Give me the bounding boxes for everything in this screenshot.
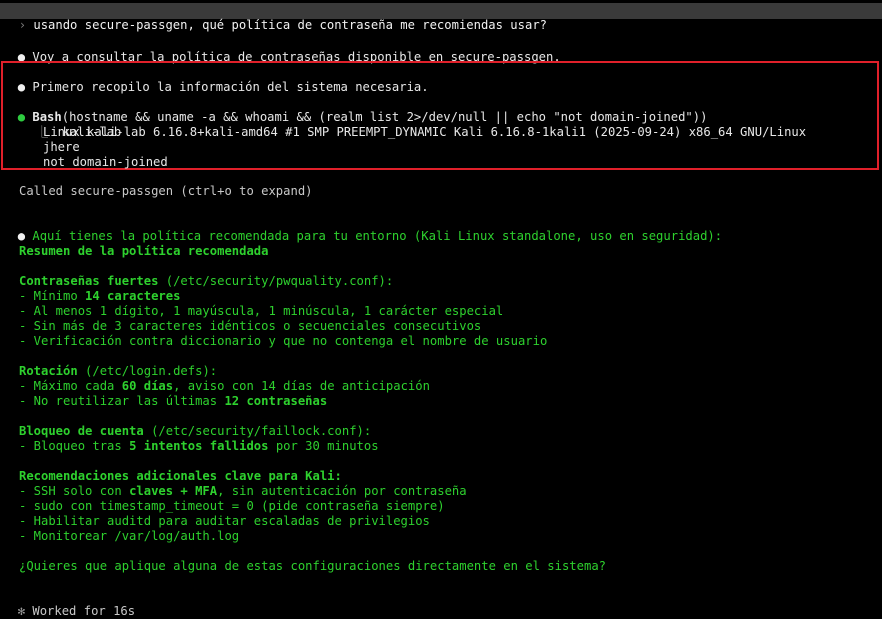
list-item-text: por 30 minutos: [268, 439, 379, 453]
response-intro: ● Aquí tienes la política recomendada pa…: [3, 214, 722, 243]
list-item-text: - No reutilizar las últimas: [19, 394, 225, 408]
list-item: - Verificación contra diccionario y que …: [19, 334, 548, 348]
tool-command: (hostname && uname -a && whoami && (real…: [61, 110, 708, 124]
message-bullet-icon: ●: [17, 80, 26, 94]
list-item-text: , sin autenticación por contraseña: [217, 484, 467, 498]
sparkle-icon: ✻: [17, 604, 26, 618]
list-item: - Habilitar auditd para auditar escalada…: [19, 514, 430, 528]
list-item-bold: claves + MFA: [129, 484, 218, 498]
response-intro-text: Aquí tienes la política recomendada para…: [32, 229, 723, 243]
section-title-additional: Recomendaciones adicionales clave para K…: [19, 469, 342, 483]
section-path: (/etc/security/pwquality.conf):: [158, 274, 394, 288]
list-item: - Monitorear /var/log/auth.log: [19, 529, 240, 543]
list-item-text: - SSH solo con: [19, 484, 130, 498]
user-prompt: › usando secure-passgen, qué política de…: [4, 3, 547, 32]
assistant-message-1: ● Voy a consultar la política de contras…: [3, 35, 561, 64]
worked-duration: Worked for 16s: [32, 604, 136, 618]
bash-output-line: not domain-joined: [43, 155, 168, 169]
status-footer: ✻ Worked for 16s: [3, 589, 135, 618]
list-item-text: - Bloqueo tras: [19, 439, 130, 453]
section-path: (/etc/security/faillock.conf):: [143, 424, 372, 438]
message-bullet-icon: ●: [17, 229, 26, 243]
list-item: - Máximo cada 60 días, aviso con 14 días…: [19, 379, 430, 394]
list-item: - Mínimo 14 caracteres: [19, 289, 180, 304]
list-item: - Bloqueo tras 5 intentos fallidos por 3…: [19, 439, 379, 454]
message-text: Primero recopilo la información del sist…: [32, 80, 429, 94]
bash-output-line: Linux kali-lab 6.16.8+kali-amd64 #1 SMP …: [43, 125, 807, 139]
section-title-rotation: Rotación (/etc/login.defs):: [19, 364, 217, 379]
section-title: Contraseñas fuertes: [19, 274, 159, 288]
bash-output-line: jhere: [43, 140, 80, 154]
closing-question: ¿Quieres que aplique alguna de estas con…: [19, 559, 606, 573]
list-item-bold: 12 contraseñas: [224, 394, 328, 408]
section-path: (/etc/login.defs):: [77, 364, 218, 378]
list-item: - sudo con timestamp_timeout = 0 (pide c…: [19, 499, 445, 513]
list-item-bold: 60 días: [121, 379, 174, 393]
bash-tool-call[interactable]: ● Bash(hostname && uname -a && whoami &&…: [3, 95, 708, 124]
list-item: - Sin más de 3 caracteres idénticos o se…: [19, 319, 482, 333]
list-item-bold: 5 intentos fallidos: [129, 439, 269, 453]
called-tool-line[interactable]: Called secure-passgen (ctrl+o to expand): [19, 184, 313, 199]
prompt-text: usando secure-passgen, qué política de c…: [33, 18, 547, 32]
prompt-caret-icon: ›: [18, 18, 27, 32]
section-title-passwords: Contraseñas fuertes (/etc/security/pwqua…: [19, 274, 393, 289]
policy-heading: Resumen de la política recomendada: [19, 244, 269, 258]
section-title: Bloqueo de cuenta: [19, 424, 144, 438]
section-title-lockout: Bloqueo de cuenta (/etc/security/failloc…: [19, 424, 371, 439]
list-item: - Al menos 1 dígito, 1 mayúscula, 1 minú…: [19, 304, 504, 318]
list-item: - No reutilizar las últimas 12 contraseñ…: [19, 394, 327, 409]
list-item: - SSH solo con claves + MFA, sin autenti…: [19, 484, 467, 499]
list-item-bold: 14 caracteres: [85, 289, 181, 303]
list-item-text: - Mínimo: [19, 289, 86, 303]
assistant-message-2: ● Primero recopilo la información del si…: [3, 65, 429, 94]
list-item-text: - Máximo cada: [19, 379, 122, 393]
section-title: Rotación: [19, 364, 78, 378]
bash-output-line: ⎿ kali-lab: [21, 110, 122, 139]
list-item-text: , aviso con 14 días de anticipación: [173, 379, 430, 393]
